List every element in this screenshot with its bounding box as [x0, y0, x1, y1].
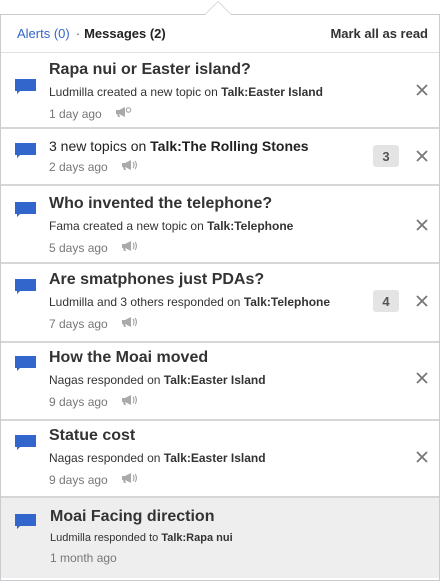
actor-name: Ludmilla and 3 others [49, 295, 164, 309]
speech-bubble-icon [14, 201, 37, 217]
mark-all-as-read-button[interactable]: Mark all as read [330, 26, 428, 41]
timestamp: 1 day ago [49, 106, 102, 121]
notification-item[interactable]: Rapa nui or Easter island? Ludmilla crea… [1, 53, 439, 129]
actor-name: Fama [49, 219, 80, 233]
notification-title[interactable]: Are smatphones just PDAs? [49, 271, 369, 289]
notifications-popup: Alerts (0) · Messages (2) Mark all as re… [0, 14, 440, 581]
target-page-link[interactable]: Talk:Easter Island [164, 373, 266, 387]
count-badge: 3 [373, 145, 399, 167]
target-page-link[interactable]: Talk:Easter Island [164, 451, 266, 465]
notification-item[interactable]: Who invented the telephone? Fama created… [1, 186, 439, 264]
megaphone-icon [120, 316, 138, 331]
target-page-link[interactable]: Talk:The Rolling Stones [150, 138, 308, 154]
notification-item[interactable]: How the Moai moved Nagas responded on Ta… [1, 343, 439, 421]
speech-bubble-icon [14, 355, 37, 371]
target-page-link[interactable]: Talk:Rapa nui [161, 532, 232, 544]
action-text: responded to [90, 532, 162, 544]
megaphone-icon [114, 106, 132, 121]
actor-name: Nagas [49, 451, 84, 465]
speech-bubble-icon [14, 78, 37, 94]
notification-item[interactable]: Statue cost Nagas responded on Talk:East… [1, 421, 439, 498]
megaphone-icon [120, 159, 138, 174]
tab-alerts[interactable]: Alerts (0) [17, 26, 70, 41]
speech-bubble-icon [14, 434, 37, 450]
notification-summary: Ludmilla responded to Talk:Rapa nui [50, 532, 369, 544]
timestamp: 5 days ago [49, 240, 108, 255]
notification-summary: Fama created a new topic on Talk:Telepho… [49, 219, 369, 233]
notification-item[interactable]: 3 new topics on Talk:The Rolling Stones … [1, 129, 439, 186]
popup-header: Alerts (0) · Messages (2) Mark all as re… [1, 15, 439, 53]
megaphone-icon [120, 394, 138, 409]
close-icon[interactable] [415, 450, 429, 464]
close-icon[interactable] [415, 371, 429, 385]
notification-title[interactable]: Statue cost [49, 427, 369, 445]
action-text: created a new topic on [79, 219, 208, 233]
timestamp: 9 days ago [49, 472, 108, 487]
megaphone-icon [120, 240, 138, 255]
notification-title[interactable]: How the Moai moved [49, 349, 369, 367]
target-page-link[interactable]: Talk:Easter Island [221, 85, 323, 99]
timestamp: 1 month ago [50, 551, 117, 565]
title-prefix: 3 new topics on [49, 138, 151, 154]
action-text: created a new topic on [93, 85, 222, 99]
action-text: responded on [83, 373, 164, 387]
notification-title[interactable]: Rapa nui or Easter island? [49, 61, 369, 79]
speech-bubble-icon [14, 278, 37, 294]
tab-separator: · [75, 26, 81, 41]
target-page-link[interactable]: Talk:Telephone [207, 219, 293, 233]
notification-item-read[interactable]: Moai Facing direction Ludmilla responded… [1, 498, 439, 578]
tab-messages[interactable]: Messages (2) [84, 26, 166, 41]
action-text: responded on [163, 295, 244, 309]
notification-summary: Ludmilla created a new topic on Talk:Eas… [49, 85, 369, 99]
notification-title[interactable]: Who invented the telephone? [49, 195, 369, 213]
timestamp: 7 days ago [49, 316, 108, 331]
close-icon[interactable] [415, 83, 429, 97]
notification-item[interactable]: Are smatphones just PDAs? Ludmilla and 3… [1, 264, 439, 343]
actor-name: Ludmilla [50, 532, 91, 544]
action-text: responded on [83, 451, 164, 465]
close-icon[interactable] [415, 149, 429, 163]
notification-summary: Ludmilla and 3 others responded on Talk:… [49, 295, 369, 309]
actor-name: Ludmilla [49, 85, 94, 99]
target-page-link[interactable]: Talk:Telephone [244, 295, 330, 309]
timestamp: 9 days ago [49, 394, 108, 409]
notification-summary: Nagas responded on Talk:Easter Island [49, 451, 369, 465]
count-badge: 4 [373, 290, 399, 312]
close-icon[interactable] [415, 218, 429, 232]
megaphone-icon [120, 472, 138, 487]
speech-bubble-icon [14, 142, 37, 158]
speech-bubble-icon [14, 513, 37, 529]
notification-title[interactable]: 3 new topics on Talk:The Rolling Stones [49, 138, 369, 154]
actor-name: Nagas [49, 373, 84, 387]
popup-caret-fill [205, 2, 231, 15]
timestamp: 2 days ago [49, 159, 108, 174]
notification-summary: Nagas responded on Talk:Easter Island [49, 373, 369, 387]
notification-title[interactable]: Moai Facing direction [50, 508, 369, 526]
close-icon[interactable] [415, 294, 429, 308]
